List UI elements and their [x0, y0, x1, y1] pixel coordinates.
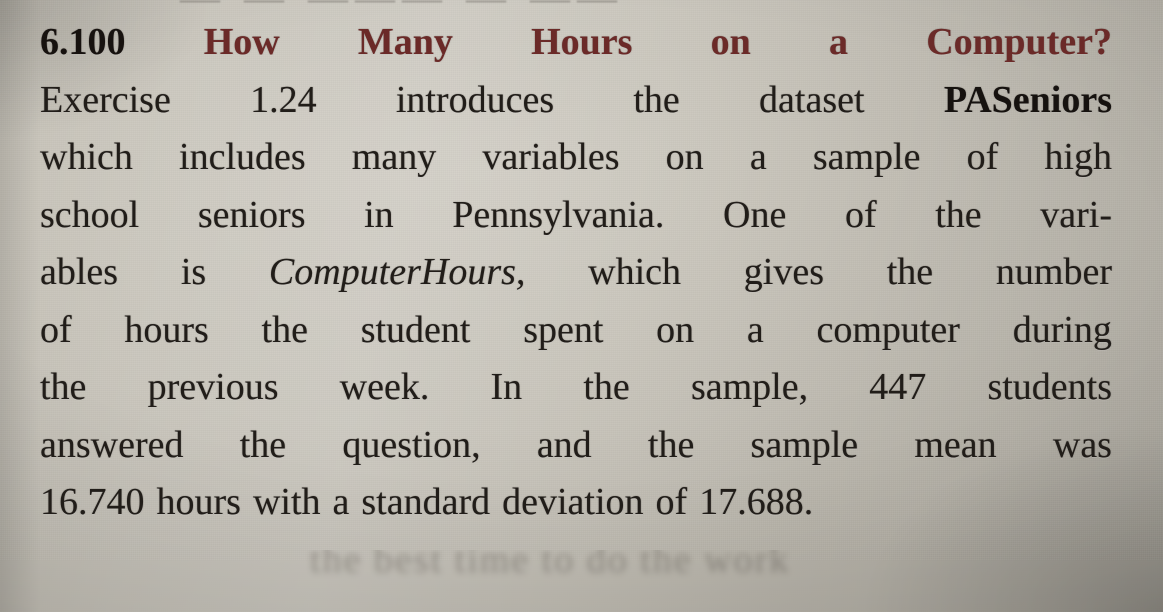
word: vari- [1040, 193, 1112, 236]
word: hours [156, 481, 241, 523]
word: a [332, 481, 350, 523]
word: deviation [502, 481, 644, 523]
word: includes [179, 136, 306, 178]
word: a [746, 308, 764, 351]
exercise-title-word-3: Hours [531, 21, 633, 63]
word: high [1044, 136, 1112, 178]
word: which [588, 251, 682, 293]
body-line-2: which includes many variables on a sampl… [40, 129, 1112, 187]
word: week. [339, 366, 430, 408]
word: on [656, 308, 695, 351]
body-line-8: 16.740 hours with a standard deviation o… [40, 474, 1112, 532]
word: spent [523, 308, 604, 351]
word: students [987, 366, 1112, 408]
word: of [844, 193, 877, 236]
textbook-page-photo: — — ——— — —— 6.100 How Many Hours on a C… [0, 0, 1163, 612]
word: Exercise [40, 78, 171, 121]
dataset-name-emphasis: PASeniors [943, 78, 1112, 121]
word: number [995, 251, 1112, 293]
word: sample [750, 423, 859, 466]
word: of [40, 308, 72, 351]
word: sample, [690, 366, 809, 408]
word: Pennsylvania. [452, 193, 665, 236]
sample-mean-value: 16.740 [40, 481, 145, 523]
blurred-next-line-text: the best time to do the work [310, 550, 791, 581]
word: previous [147, 366, 279, 408]
word: of [966, 136, 999, 178]
word: One [723, 193, 787, 236]
word: the [633, 78, 680, 121]
word: variables [482, 136, 620, 178]
word: ables [40, 251, 119, 293]
word: a [749, 136, 767, 178]
word: the [886, 251, 934, 293]
exercise-text-block: 6.100 How Many Hours on a Computer? Exer… [40, 14, 1112, 532]
word: many [351, 136, 437, 178]
exercise-number: 6.100 [40, 21, 126, 63]
word: hours [124, 308, 209, 351]
word: standard [361, 481, 491, 523]
body-line-1: Exercise 1.24 introduces the dataset PAS… [40, 72, 1112, 130]
word: of [655, 481, 688, 523]
blurred-next-line: the best time to do the work [0, 550, 1163, 612]
word: was [1052, 423, 1112, 466]
word: the [935, 193, 982, 236]
variable-name-emphasis: ComputerHours, [268, 251, 526, 293]
body-line-6: the previous week. In the sample, 447 st… [40, 359, 1112, 417]
word: the [647, 423, 695, 466]
word: which [40, 136, 133, 178]
word: dataset [759, 78, 865, 121]
exercise-title-word-5: a [829, 21, 849, 63]
word: in [364, 193, 394, 236]
word: student [360, 308, 471, 351]
word: 1.24 [250, 78, 317, 121]
word: is [180, 251, 207, 293]
word: gives [743, 251, 824, 293]
exercise-title-word-4: on [710, 21, 751, 63]
body-line-7: answered the question, and the sample me… [40, 417, 1112, 475]
word: on [665, 136, 704, 178]
body-line-3: school seniors in Pennsylvania. One of t… [40, 187, 1112, 245]
word: question, [342, 423, 481, 466]
word: the [40, 366, 87, 408]
word: computer [816, 308, 960, 351]
body-line-4: ables is ComputerHours, which gives the … [40, 244, 1112, 302]
word: introduces [395, 78, 555, 121]
word: mean [914, 423, 997, 466]
word: seniors [197, 193, 306, 236]
word: answered [40, 423, 184, 466]
exercise-title-word-1: How [203, 21, 280, 63]
exercise-heading-line: 6.100 How Many Hours on a Computer? [40, 14, 1112, 72]
sample-size-value: 447 [869, 366, 927, 408]
exercise-title-word-2: Many [357, 21, 453, 63]
word: the [583, 366, 630, 408]
word: during [1012, 308, 1112, 351]
exercise-title-word-6: Computer? [926, 21, 1112, 63]
word: with [252, 481, 321, 523]
word: the [261, 308, 308, 351]
word: school [40, 193, 140, 236]
body-line-5: of hours the student spent on a computer… [40, 302, 1112, 360]
word: and [536, 423, 592, 466]
standard-deviation-value: 17.688. [699, 481, 814, 523]
word: In [490, 366, 523, 408]
word: the [239, 423, 287, 466]
word: sample [812, 136, 921, 178]
